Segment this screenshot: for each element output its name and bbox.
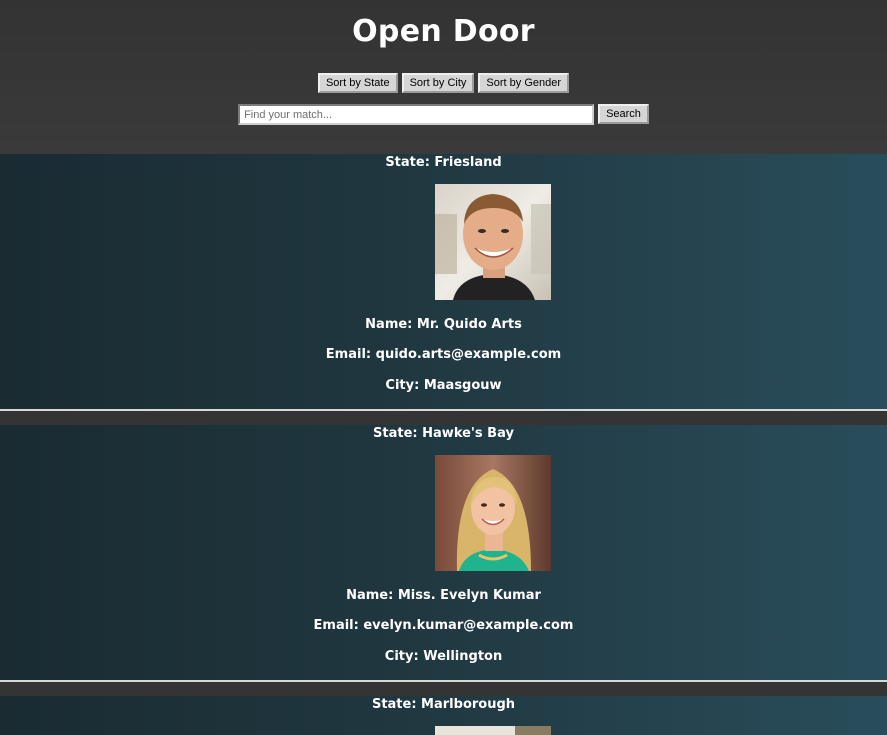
profile-city: City: Maasgouw bbox=[385, 378, 502, 393]
profile-state: State: Marlborough bbox=[371, 697, 516, 712]
profile-card: State: Hawke's Bay Name: Miss. Evelyn Ku… bbox=[0, 425, 887, 680]
avatar bbox=[435, 184, 551, 300]
card-divider bbox=[0, 409, 887, 425]
site-title: Open Door bbox=[352, 14, 535, 49]
card-divider bbox=[0, 680, 887, 696]
avatar bbox=[435, 455, 551, 571]
profile-name: Name: Miss. Evelyn Kumar bbox=[346, 588, 541, 603]
search-button[interactable]: Search bbox=[598, 104, 649, 124]
avatar-photo-man bbox=[435, 184, 551, 300]
avatar bbox=[435, 726, 551, 735]
sort-by-state-button[interactable]: Sort by State bbox=[317, 73, 398, 93]
avatar-photo bbox=[435, 726, 551, 735]
avatar-photo-woman bbox=[435, 455, 551, 571]
sort-by-gender-button[interactable]: Sort by Gender bbox=[478, 73, 570, 93]
profile-list: State: Friesland Name: Mr. Quido Arts Em… bbox=[0, 154, 887, 735]
sort-by-city-button[interactable]: Sort by City bbox=[401, 73, 475, 93]
sort-toolbar: Sort by State Sort by City Sort by Gende… bbox=[0, 73, 887, 93]
search-bar: Search bbox=[0, 104, 887, 125]
page-header: Open Door Sort by State Sort by City Sor… bbox=[0, 0, 887, 154]
profile-state: State: Hawke's Bay bbox=[373, 426, 514, 441]
search-input[interactable] bbox=[238, 104, 595, 125]
profile-state: State: Friesland bbox=[385, 155, 502, 170]
profile-city: City: Wellington bbox=[384, 649, 503, 664]
profile-email: Email: evelyn.kumar@example.com bbox=[313, 618, 574, 633]
profile-name: Name: Mr. Quido Arts bbox=[365, 317, 522, 332]
profile-card: State: Friesland Name: Mr. Quido Arts Em… bbox=[0, 154, 887, 409]
profile-email: Email: quido.arts@example.com bbox=[325, 347, 562, 362]
profile-card: State: Marlborough bbox=[0, 696, 887, 735]
